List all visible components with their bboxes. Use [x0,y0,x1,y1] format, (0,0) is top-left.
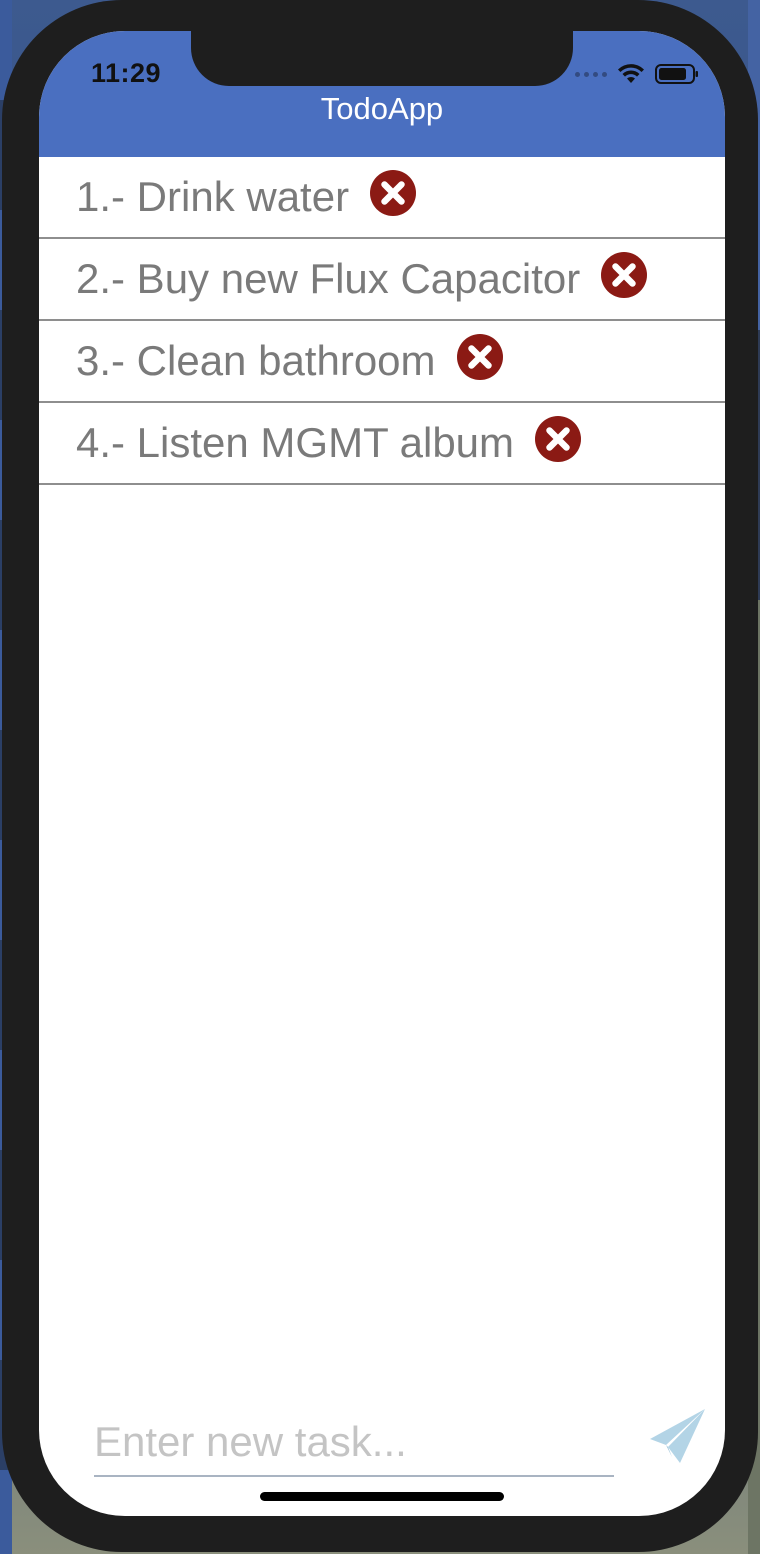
device-notch [191,31,573,86]
task-label: 2.- Buy new Flux Capacitor [76,255,581,302]
new-task-bar [39,1401,725,1491]
app-screen: 11:29 TodoApp 1.- Drink water 2.- Buy ne… [39,31,725,1516]
task-row: 3.- Clean bathroom [39,321,725,403]
task-row: 2.- Buy new Flux Capacitor [39,239,725,321]
phone-frame: 11:29 TodoApp 1.- Drink water 2.- Buy ne… [2,0,758,1552]
new-task-input[interactable] [94,1409,614,1477]
task-row: 4.- Listen MGMT album [39,403,725,485]
status-time: 11:29 [91,58,162,88]
app-header: 11:29 TodoApp [39,31,725,157]
home-indicator[interactable] [260,1492,504,1501]
delete-task-icon[interactable] [456,333,504,381]
send-icon[interactable] [646,1405,708,1467]
cellular-signal-icon [575,71,607,77]
app-title: TodoApp [320,91,444,126]
task-label: 3.- Clean bathroom [76,337,436,384]
status-icons [575,61,699,87]
wifi-icon [618,64,644,83]
task-label: 1.- Drink water [76,173,350,220]
task-row: 1.- Drink water [39,157,725,239]
delete-task-icon[interactable] [534,415,582,463]
task-label: 4.- Listen MGMT album [76,419,515,466]
battery-icon [655,64,698,84]
delete-task-icon[interactable] [600,251,648,299]
delete-task-icon[interactable] [369,169,417,217]
task-list: 1.- Drink water 2.- Buy new Flux Capacit… [39,157,725,485]
